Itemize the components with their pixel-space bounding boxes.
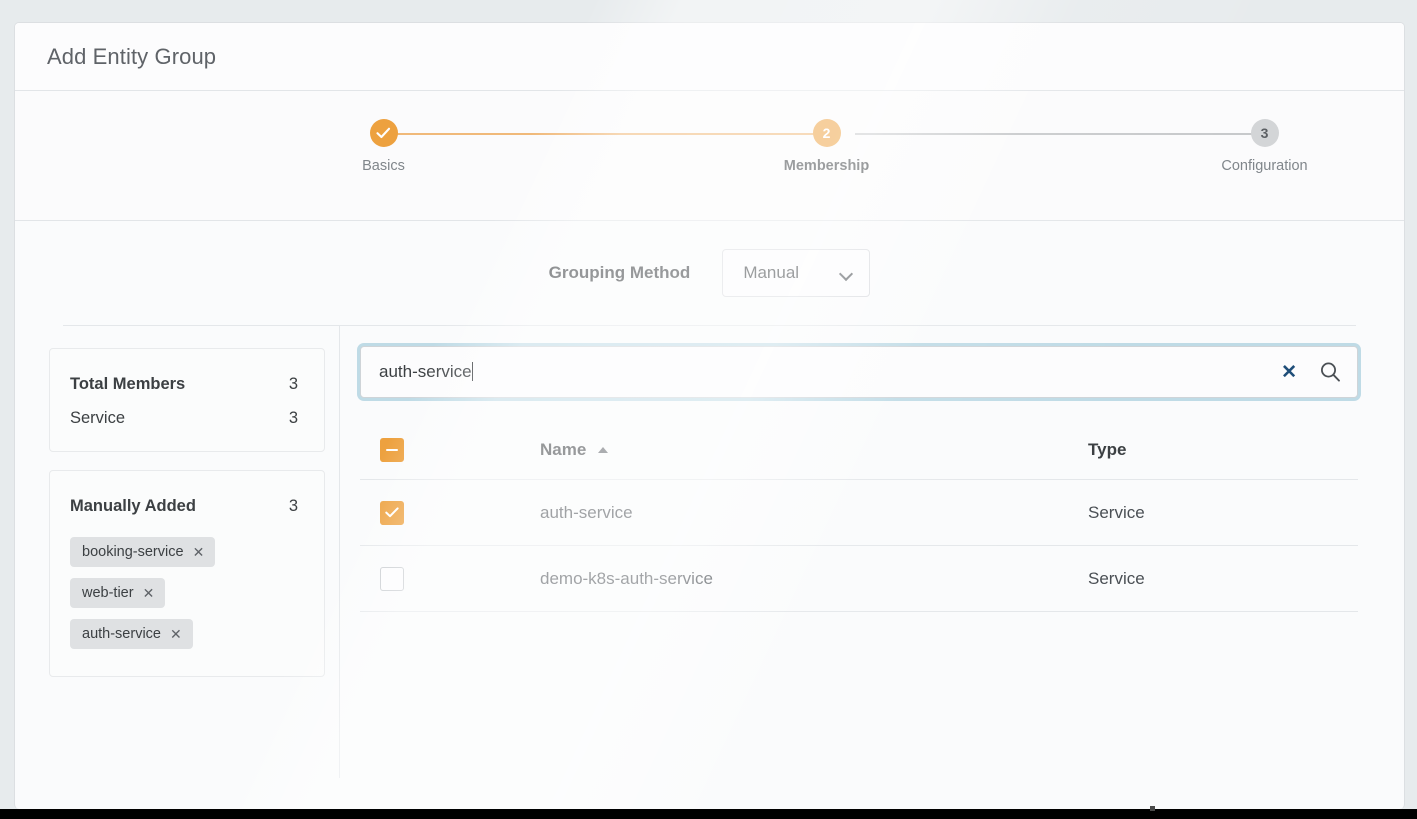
- membership-summary-sidebar: Total Members 3 Service 3 Manually Added…: [15, 326, 340, 778]
- total-members-panel: Total Members 3 Service 3: [49, 348, 325, 452]
- stepper-label-configuration: Configuration: [1205, 158, 1325, 174]
- manually-added-chip-list: booking-service ✕ web-tier ✕ auth-service ✕: [70, 537, 304, 660]
- service-count-label: Service: [70, 409, 125, 428]
- page-title: Add Entity Group: [47, 44, 216, 70]
- stepper-connector-completed: [384, 133, 826, 135]
- stepper-step-membership[interactable]: 2 Membership: [767, 117, 887, 174]
- chip-wrap: auth-service ✕: [70, 619, 304, 660]
- chip-label: auth-service: [82, 626, 161, 642]
- list-item[interactable]: booking-service ✕: [70, 537, 215, 567]
- row-checkbox[interactable]: [380, 567, 404, 591]
- column-header-name-label: Name: [540, 440, 586, 460]
- stepper-connector-upcoming: [855, 133, 1265, 135]
- table-row[interactable]: demo-k8s-auth-service Service: [360, 546, 1358, 612]
- total-members-label: Total Members: [70, 375, 185, 394]
- stepper-label-basics: Basics: [324, 158, 444, 174]
- grouping-method-label: Grouping Method: [549, 263, 691, 283]
- close-icon[interactable]: ✕: [143, 586, 155, 600]
- chip-wrap: booking-service ✕: [70, 537, 304, 578]
- manually-added-count: 3: [289, 497, 304, 516]
- manually-added-label: Manually Added: [70, 497, 196, 516]
- indeterminate-icon: [386, 449, 398, 451]
- list-item[interactable]: web-tier ✕: [70, 578, 165, 608]
- chip-label: booking-service: [82, 544, 184, 560]
- select-all-checkbox[interactable]: [380, 438, 404, 462]
- table-header-row: Name Type: [360, 420, 1358, 480]
- cursor-artifact: [1150, 806, 1155, 811]
- entity-table: Name Type auth-ser: [360, 420, 1358, 612]
- modal-header: Add Entity Group: [15, 23, 1404, 91]
- check-icon: [385, 507, 399, 518]
- search-icon[interactable]: [1319, 361, 1341, 383]
- column-header-name[interactable]: Name: [540, 440, 1088, 460]
- table-row[interactable]: auth-service Service: [360, 480, 1358, 546]
- add-entity-group-modal: Add Entity Group Basics 2 Membership 3 C…: [14, 22, 1405, 809]
- sort-ascending-icon: [598, 447, 608, 453]
- search-input[interactable]: auth-service ✕: [360, 346, 1358, 398]
- grouping-method-select[interactable]: Manual: [722, 249, 870, 297]
- text-caret: [472, 362, 473, 381]
- manually-added-row: Manually Added 3: [70, 489, 304, 523]
- column-header-type[interactable]: Type: [1088, 440, 1358, 460]
- step-completed-icon: [370, 119, 398, 147]
- stepper-step-configuration[interactable]: 3 Configuration: [1205, 117, 1325, 174]
- membership-body: Total Members 3 Service 3 Manually Added…: [15, 326, 1404, 778]
- total-members-value: 3: [289, 375, 304, 394]
- close-icon[interactable]: ✕: [170, 627, 182, 641]
- grouping-method-value: Manual: [743, 263, 799, 283]
- screen-bottom-edge: [0, 809, 1417, 819]
- service-count-row: Service 3: [70, 401, 304, 435]
- search-input-value: auth-service: [379, 362, 472, 381]
- column-header-type-label: Type: [1088, 440, 1126, 460]
- row-checkbox[interactable]: [380, 501, 404, 525]
- stepper-step-basics[interactable]: Basics: [324, 117, 444, 174]
- service-count-value: 3: [289, 409, 304, 428]
- row-name: demo-k8s-auth-service: [540, 569, 1088, 589]
- total-members-row: Total Members 3: [70, 367, 304, 401]
- stepper-track: Basics 2 Membership 3 Configuration: [125, 117, 1295, 151]
- step-number-badge: 3: [1251, 119, 1279, 147]
- row-type: Service: [1088, 569, 1358, 589]
- entity-picker: auth-service ✕: [340, 326, 1404, 778]
- close-icon[interactable]: ✕: [193, 545, 205, 559]
- wizard-stepper: Basics 2 Membership 3 Configuration: [15, 91, 1404, 221]
- list-item[interactable]: auth-service ✕: [70, 619, 193, 649]
- step-number-badge: 2: [813, 119, 841, 147]
- stepper-label-membership: Membership: [767, 158, 887, 174]
- row-name: auth-service: [540, 503, 1088, 523]
- manually-added-panel: Manually Added 3 booking-service ✕ web-ti…: [49, 470, 325, 677]
- clear-search-icon[interactable]: ✕: [1281, 363, 1297, 382]
- chip-wrap: web-tier ✕: [70, 578, 304, 619]
- grouping-method-row: Grouping Method Manual: [15, 221, 1404, 325]
- row-type: Service: [1088, 503, 1358, 523]
- chevron-down-icon: [840, 269, 853, 277]
- chip-label: web-tier: [82, 585, 134, 601]
